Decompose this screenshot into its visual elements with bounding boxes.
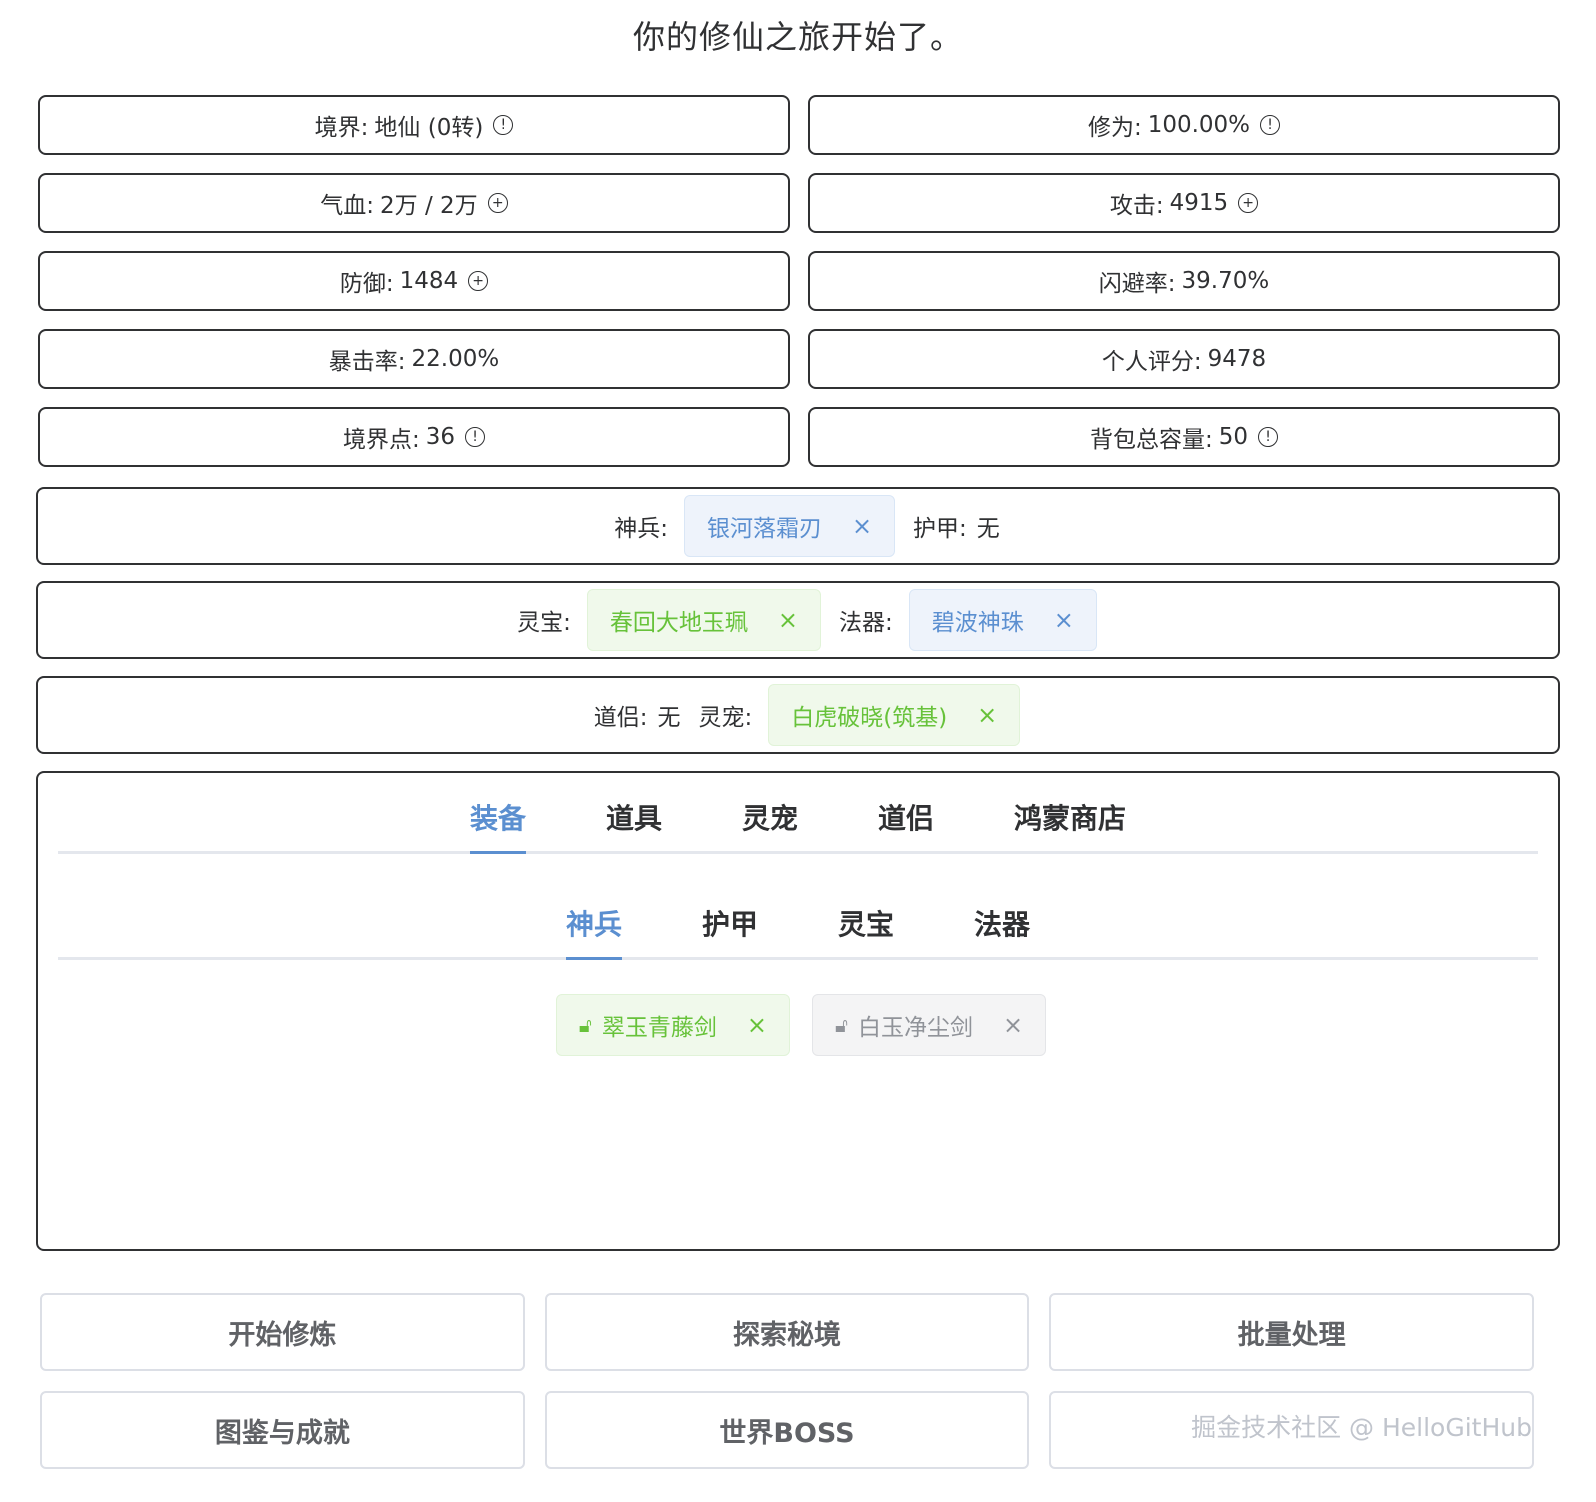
weapon-label: 神兵: (614, 516, 668, 542)
tab-pets[interactable]: 灵宠 (702, 783, 838, 851)
tab-equipment[interactable]: 装备 (430, 783, 566, 854)
artifact-tag[interactable]: 碧波神珠 × (908, 589, 1097, 651)
explore-realm-button[interactable]: 探索秘境 (544, 1293, 1030, 1371)
item-name: 白玉净尘剑 (857, 1015, 973, 1041)
stat-value: 36 (425, 424, 456, 450)
subtab-artifact[interactable]: 法器 (934, 889, 1070, 957)
close-icon[interactable]: × (778, 606, 798, 634)
lock-icon[interactable]: 🔓︎ (835, 1013, 848, 1037)
treasure-tag[interactable]: 春回大地玉珮 × (586, 589, 821, 651)
treasure-label: 灵宝: (517, 610, 571, 636)
armor-label: 护甲: (913, 516, 967, 542)
artifact-label: 法器: (839, 610, 893, 636)
item-list: 🔓︎ 翠玉青藤剑 × 🔓︎ 白玉净尘剑 × (38, 994, 1558, 1056)
subtab-armor[interactable]: 护甲 (662, 889, 798, 957)
pet-label: 灵宠: (698, 705, 753, 731)
close-icon[interactable]: × (1003, 1011, 1023, 1039)
stat-value: 22.00% (411, 346, 500, 372)
stat-value: 9478 (1207, 346, 1267, 372)
stat-attack: 攻击: 4915 + (808, 173, 1560, 233)
codex-achievements-button[interactable]: 图鉴与成就 (40, 1391, 525, 1469)
info-icon[interactable]: ! (465, 427, 486, 447)
tab-items[interactable]: 道具 (566, 783, 702, 851)
stat-crit: 暴击率: 22.00% (38, 329, 790, 389)
stat-defense: 防御: 1484 + (38, 251, 790, 311)
weapon-tag[interactable]: 银河落霜刃 × (683, 495, 896, 557)
stats-grid: 境界: 地仙 (0转) ! 修为: 100.00% ! 气血: 2万 / 2万 … (38, 95, 1560, 467)
equip-row-weapon-armor: 神兵: 银河落霜刃 × 护甲: 无 (36, 487, 1560, 565)
inventory-panel: 装备 道具 灵宠 道侣 鸿蒙商店 神兵 护甲 灵宝 法器 🔓︎ 翠玉青藤剑 × … (36, 771, 1560, 1251)
stat-label: 闪避率: (1098, 271, 1176, 297)
plus-icon[interactable]: + (468, 271, 489, 291)
artifact-name: 碧波神珠 (931, 610, 1024, 636)
main-tabs: 装备 道具 灵宠 道侣 鸿蒙商店 (58, 783, 1538, 854)
treasure-name: 春回大地玉珮 (609, 610, 748, 636)
stat-value: 2万 / 2万 (380, 193, 478, 219)
item-name: 翠玉青藤剑 (601, 1015, 717, 1041)
sub-tabs: 神兵 护甲 灵宝 法器 (58, 889, 1538, 960)
stat-cultivation: 修为: 100.00% ! (808, 95, 1560, 155)
stat-label: 防御: (339, 271, 394, 297)
equip-row-treasure-artifact: 灵宝: 春回大地玉珮 × 法器: 碧波神珠 × (36, 581, 1560, 659)
close-icon[interactable]: × (1054, 606, 1074, 634)
page-title: 你的修仙之旅开始了。 (632, 18, 963, 56)
pet-tag[interactable]: 白虎破晓(筑基) × (768, 684, 1021, 746)
stat-label: 暴击率: (328, 349, 406, 375)
plus-icon[interactable]: + (487, 193, 508, 213)
tab-companions[interactable]: 道侣 (838, 783, 974, 851)
stat-label: 气血: (320, 193, 375, 219)
companion-label: 道侣: (593, 705, 648, 731)
close-icon[interactable]: × (852, 512, 872, 540)
info-icon[interactable]: ! (493, 115, 514, 135)
stat-label: 个人评分: (1101, 349, 1202, 375)
stat-label: 境界: (314, 115, 369, 141)
close-icon[interactable]: × (747, 1011, 767, 1039)
stat-value: 地仙 (0转) (374, 115, 484, 141)
stat-score: 个人评分: 9478 (808, 329, 1560, 389)
info-icon[interactable]: ! (1258, 427, 1279, 447)
subtab-treasure[interactable]: 灵宝 (798, 889, 934, 957)
item-tag[interactable]: 🔓︎ 白玉净尘剑 × (812, 994, 1047, 1056)
start-cultivation-button[interactable]: 开始修炼 (40, 1293, 525, 1371)
info-icon[interactable]: ! (1260, 115, 1281, 135)
plus-icon[interactable]: + (1238, 193, 1259, 213)
stat-label: 境界点: (342, 427, 420, 453)
lock-icon[interactable]: 🔓︎ (579, 1013, 592, 1037)
stat-dodge: 闪避率: 39.70% (808, 251, 1560, 311)
weapon-name: 银河落霜刃 (706, 516, 822, 542)
stat-value: 39.70% (1181, 268, 1270, 294)
watermark: 掘金技术社区 @ HelloGitHub (1191, 1413, 1532, 1442)
stat-hp: 气血: 2万 / 2万 + (38, 173, 790, 233)
stat-value: 100.00% (1147, 112, 1251, 138)
stat-label: 修为: (1087, 115, 1142, 141)
companion-value: 无 (657, 705, 681, 731)
stat-label: 背包总容量: (1089, 427, 1213, 453)
stat-realm-points: 境界点: 36 ! (38, 407, 790, 467)
stat-value: 1484 (399, 268, 459, 294)
subtab-weapon[interactable]: 神兵 (526, 889, 662, 960)
stat-value: 4915 (1169, 190, 1229, 216)
close-icon[interactable]: × (977, 701, 997, 729)
batch-process-button[interactable]: 批量处理 (1049, 1293, 1534, 1371)
equip-row-companion-pet: 道侣: 无 灵宠: 白虎破晓(筑基) × (36, 676, 1560, 754)
pet-name: 白虎破晓(筑基) (791, 705, 948, 731)
stat-label: 攻击: (1109, 193, 1164, 219)
stat-bag-capacity: 背包总容量: 50 ! (808, 407, 1560, 467)
armor-value: 无 (976, 516, 1000, 542)
item-tag[interactable]: 🔓︎ 翠玉青藤剑 × (555, 994, 790, 1056)
stat-realm: 境界: 地仙 (0转) ! (38, 95, 790, 155)
world-boss-button[interactable]: 世界BOSS (544, 1391, 1030, 1469)
stat-value: 50 (1218, 424, 1249, 450)
tab-shop[interactable]: 鸿蒙商店 (974, 783, 1166, 851)
